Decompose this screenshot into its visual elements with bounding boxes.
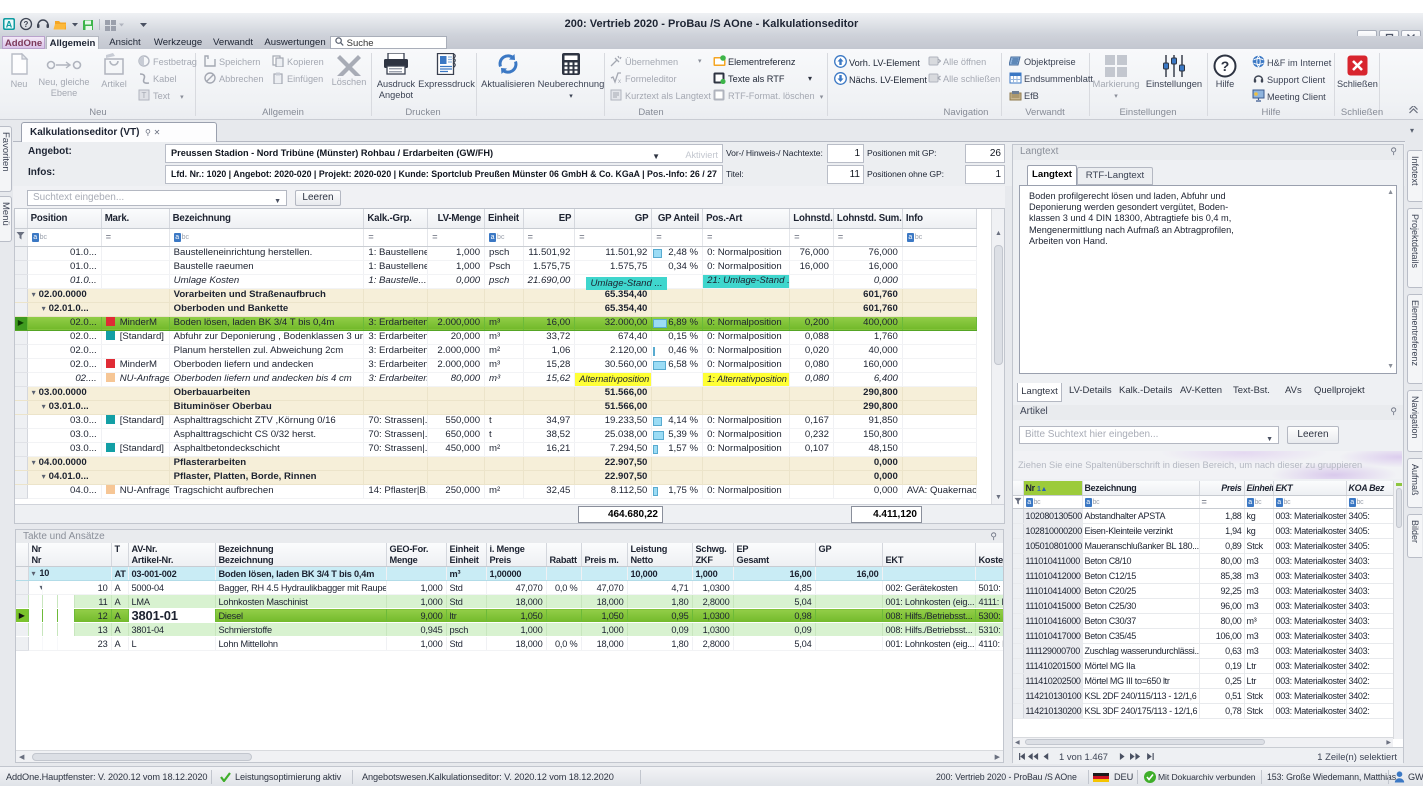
svg-text:x: x [618, 79, 621, 84]
svg-text:T: T [142, 91, 147, 100]
svg-text:?: ? [24, 20, 29, 29]
svg-text:?: ? [1221, 58, 1230, 74]
svg-text:A: A [6, 20, 13, 30]
